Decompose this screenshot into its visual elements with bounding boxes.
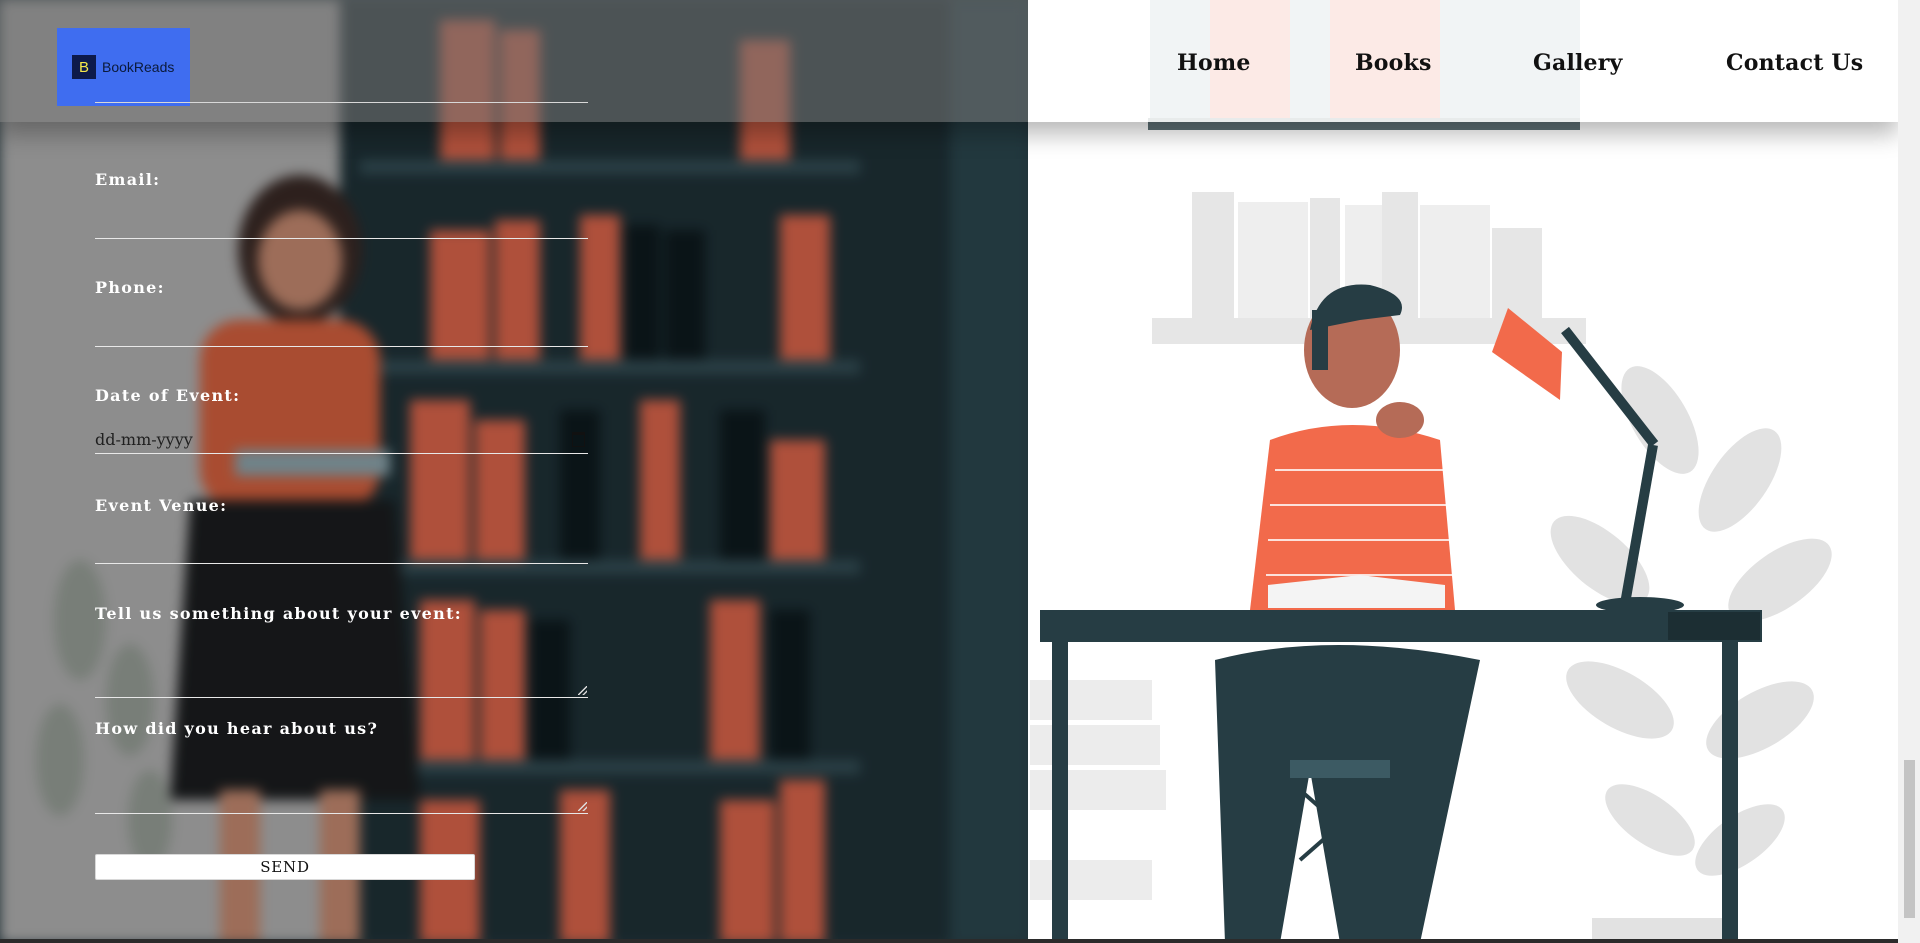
event-venue-field[interactable] <box>95 535 588 564</box>
reading-illustration <box>1028 0 1900 943</box>
send-button[interactable]: SEND <box>95 854 475 880</box>
resize-handle-icon[interactable] <box>578 802 587 811</box>
phone-label: Phone: <box>95 278 165 297</box>
event-venue-label: Event Venue: <box>95 496 228 515</box>
nav-gallery[interactable]: Gallery <box>1533 50 1623 84</box>
phone-field[interactable] <box>95 318 588 347</box>
previous-field-underline <box>95 102 588 103</box>
date-placeholder: dd-mm-yyyy <box>95 429 193 449</box>
site-header: B BookReads Home Books Gallery Contact U… <box>0 0 1898 122</box>
scrollbar-thumb[interactable] <box>1904 760 1915 918</box>
date-of-event-label: Date of Event: <box>95 386 241 405</box>
referral-textarea[interactable] <box>95 763 588 814</box>
brand-logo[interactable]: B BookReads <box>57 28 190 106</box>
calendar-icon[interactable] <box>572 431 585 447</box>
nav-home[interactable]: Home <box>1177 50 1251 84</box>
date-of-event-field[interactable]: dd-mm-yyyy <box>95 425 588 454</box>
bottom-edge-bar <box>0 939 1898 943</box>
nav-contact-us[interactable]: Contact Us <box>1726 50 1863 84</box>
resize-handle-icon[interactable] <box>578 686 587 695</box>
nav-books[interactable]: Books <box>1355 50 1432 84</box>
about-event-label: Tell us something about your event: <box>95 604 462 623</box>
about-event-textarea[interactable] <box>95 647 588 698</box>
referral-label: How did you hear about us? <box>95 719 379 738</box>
brand-name: BookReads <box>102 59 175 75</box>
logo-letter: B <box>72 55 96 79</box>
email-field[interactable] <box>95 210 588 239</box>
email-label: Email: <box>95 170 161 189</box>
